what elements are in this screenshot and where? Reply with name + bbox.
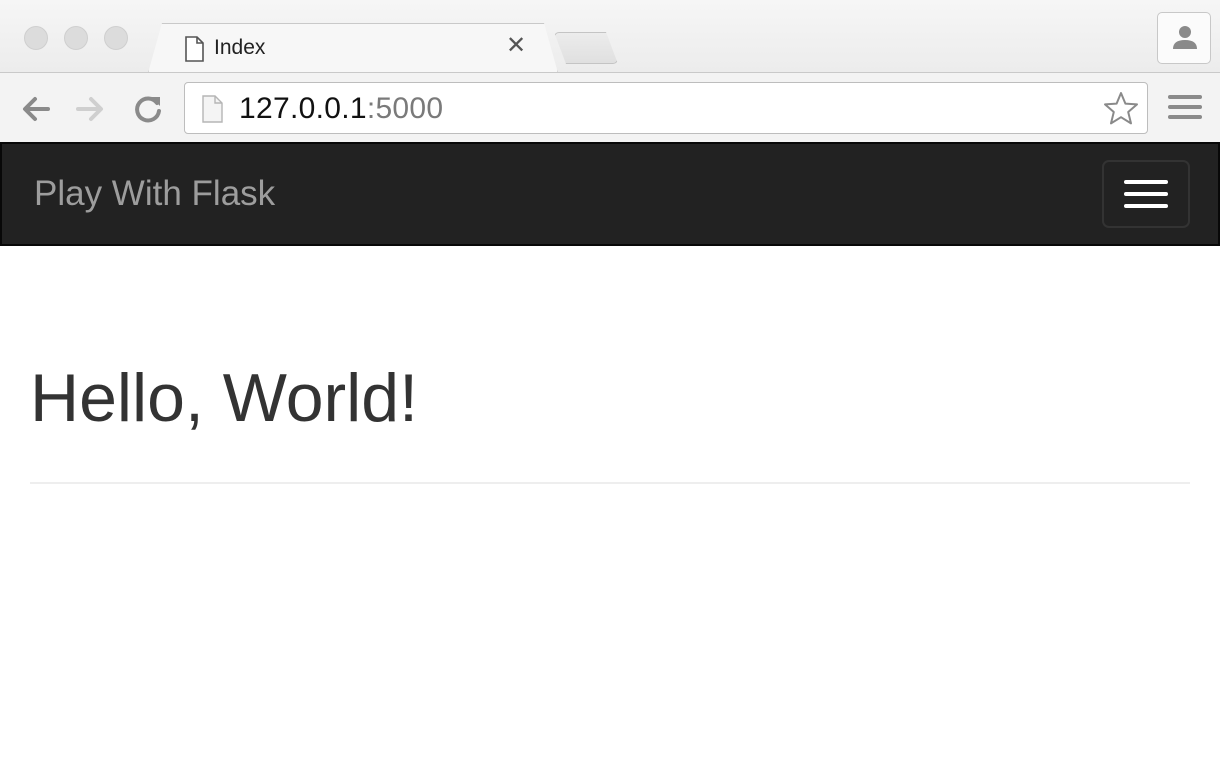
horizontal-divider [30, 482, 1190, 484]
profile-button[interactable] [1157, 12, 1211, 64]
url-host: 127.0.0.1 [239, 92, 367, 125]
star-icon [1104, 92, 1138, 125]
window-zoom-button[interactable] [104, 26, 128, 50]
back-arrow-icon [23, 97, 50, 121]
forward-arrow-icon [76, 97, 103, 121]
address-bar[interactable]: 127.0.0.1:5000 [184, 82, 1148, 134]
url-text: 127.0.0.1:5000 [239, 92, 443, 126]
browser-toolbar: 127.0.0.1:5000 [0, 72, 1220, 142]
person-icon [1173, 26, 1197, 49]
window-close-button[interactable] [24, 26, 48, 50]
site-navbar: Play With Flask [0, 142, 1220, 246]
page-info-icon[interactable] [201, 95, 223, 128]
back-button[interactable] [18, 91, 54, 127]
document-icon [184, 36, 204, 67]
url-port: :5000 [366, 92, 444, 125]
navbar-toggle-button[interactable] [1102, 160, 1190, 228]
browser-tab-content: Index ✕ [148, 23, 558, 73]
window-minimize-button[interactable] [64, 26, 88, 50]
browser-menu-button[interactable] [1168, 95, 1202, 123]
browser-titlebar: Index ✕ [0, 0, 1220, 73]
navbar-brand-link[interactable]: Play With Flask [34, 174, 275, 214]
reload-icon [135, 96, 161, 123]
hamburger-menu-icon [1168, 95, 1202, 119]
page-heading: Hello, World! [30, 360, 418, 436]
bookmark-button[interactable] [1103, 91, 1139, 132]
tab-title: Index [214, 36, 266, 59]
new-tab-button[interactable] [554, 32, 618, 64]
tab-close-icon[interactable]: ✕ [506, 33, 526, 59]
forward-button[interactable] [72, 91, 108, 127]
reload-button[interactable] [130, 91, 166, 127]
